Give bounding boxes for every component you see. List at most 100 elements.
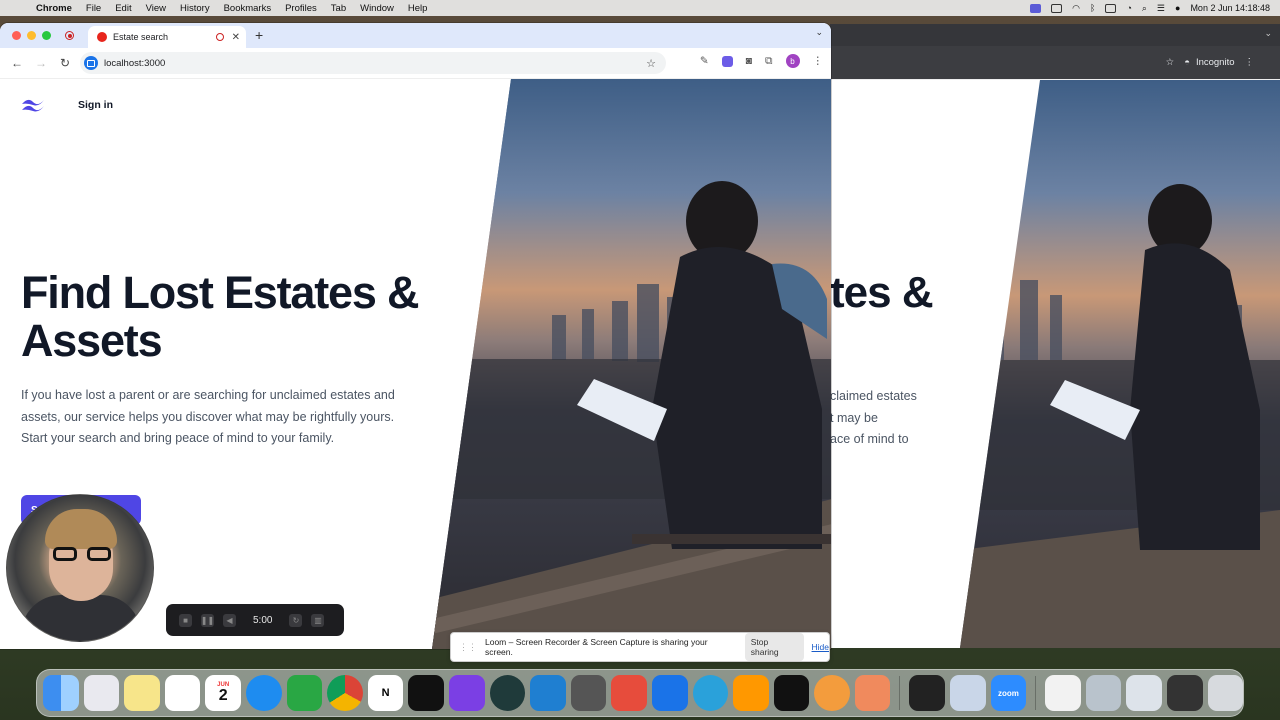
dock-calendar-icon[interactable]: JUN 2 xyxy=(205,675,241,711)
incognito-hero-fragment: tes & xyxy=(830,268,934,317)
loom-delete-icon[interactable]: ▥ xyxy=(311,613,325,627)
dock-chrome-icon[interactable] xyxy=(327,675,363,711)
address-bar[interactable]: localhost:3000 ☆ xyxy=(80,52,666,74)
dock-notion-icon[interactable]: N xyxy=(367,675,404,711)
share-message: Loom – Screen Recorder & Screen Capture … xyxy=(485,637,708,657)
menu-chrome[interactable]: Chrome xyxy=(36,3,72,14)
chrome-menu-icon[interactable]: ⋮ xyxy=(813,55,824,67)
dock-app-icon[interactable] xyxy=(814,675,850,711)
site-info-icon[interactable] xyxy=(84,56,98,70)
dock-sublime-icon[interactable] xyxy=(733,675,769,711)
dock-notes-icon[interactable] xyxy=(124,675,160,711)
siri-icon[interactable]: ● xyxy=(1175,3,1180,13)
dock-image-icon[interactable] xyxy=(1085,675,1122,711)
dock-trash-icon[interactable] xyxy=(1207,675,1244,711)
incognito-bookmark-star-icon[interactable]: ☆ xyxy=(1166,57,1175,68)
new-tab-icon[interactable]: + xyxy=(255,27,263,43)
dock-telegram-icon[interactable] xyxy=(692,675,729,711)
drag-handle-icon[interactable]: ⋮⋮ xyxy=(459,642,477,653)
notion-icon[interactable] xyxy=(1051,3,1063,13)
incognito-menu-icon[interactable]: ⋮ xyxy=(1245,57,1255,68)
dock-calculator-icon[interactable] xyxy=(570,675,607,711)
profile-avatar[interactable]: b xyxy=(785,54,800,68)
back-icon[interactable]: ← xyxy=(10,56,24,70)
dock-cursor-icon[interactable] xyxy=(408,675,444,711)
menu-history[interactable]: History xyxy=(180,3,210,14)
puzzle-icon[interactable]: ⧉ xyxy=(765,55,773,68)
extensions-area: ✎ ◙ ⧉ b ⋮ xyxy=(700,54,823,68)
presenter-body xyxy=(21,595,141,641)
menu-help[interactable]: Help xyxy=(408,3,428,14)
zoom-window-button[interactable] xyxy=(42,31,51,40)
headphones-icon[interactable]: ◠ xyxy=(1072,3,1080,14)
tab-estate-search[interactable]: Estate search ✕ xyxy=(88,26,246,48)
loom-camera-bubble[interactable] xyxy=(6,494,154,642)
menu-profiles[interactable]: Profiles xyxy=(285,3,317,14)
dock-app-icon[interactable] xyxy=(611,675,647,711)
url-text[interactable]: localhost:3000 xyxy=(104,58,165,69)
close-window-button[interactable] xyxy=(12,31,21,40)
incognito-para-line: ace of mind to xyxy=(830,432,909,446)
menu-edit[interactable]: Edit xyxy=(115,3,131,14)
loom-rewind-icon[interactable]: ◀ xyxy=(223,613,236,627)
reload-icon[interactable]: ↻ xyxy=(58,56,72,70)
dock-preview-icon[interactable] xyxy=(950,675,986,711)
bookmark-star-icon[interactable]: ☆ xyxy=(646,57,656,70)
menu-window[interactable]: Window xyxy=(360,3,394,14)
dock-finder-icon[interactable] xyxy=(43,675,79,711)
close-tab-icon[interactable]: ✕ xyxy=(232,32,240,43)
menu-bookmarks[interactable]: Bookmarks xyxy=(224,3,272,14)
incognito-badge[interactable]: ◓ Incognito xyxy=(1184,57,1234,68)
tab-title: Estate search xyxy=(113,32,169,42)
extension-icon[interactable] xyxy=(721,55,733,67)
menu-file[interactable]: File xyxy=(86,3,101,14)
dock-freeform-icon[interactable] xyxy=(164,675,201,711)
loom-restart-icon[interactable]: ↻ xyxy=(289,613,303,627)
minimize-window-button[interactable] xyxy=(27,31,36,40)
stop-sharing-button[interactable]: Stop sharing xyxy=(744,633,804,661)
loom-pause-icon[interactable]: ❚❚ xyxy=(201,613,214,627)
dock-image-icon[interactable] xyxy=(1126,675,1162,711)
dock-launchpad-icon[interactable] xyxy=(83,675,120,711)
dock-vscode-icon[interactable] xyxy=(530,675,566,711)
bluetooth-icon[interactable]: ᛒ xyxy=(1090,3,1095,13)
battery-icon[interactable] xyxy=(1105,3,1117,13)
screen-record-icon[interactable] xyxy=(1030,3,1042,13)
incognito-para-line: claimed estates xyxy=(830,389,917,403)
dock-zoom-icon[interactable]: zoom xyxy=(990,675,1027,711)
headline-line-2: Assets xyxy=(21,315,163,366)
dock-safari-icon[interactable] xyxy=(245,675,282,711)
dock-file-icon[interactable] xyxy=(1045,675,1081,711)
macos-dock: JUN 2 N zoom xyxy=(36,669,1244,717)
menu-tab[interactable]: Tab xyxy=(331,3,346,14)
screen-share-bar: ⋮⋮ Loom – Screen Recorder & Screen Captu… xyxy=(450,632,830,662)
menubar-clock[interactable]: Mon 2 Jun 14:18:48 xyxy=(1190,3,1270,13)
dock-terminal-icon[interactable] xyxy=(1167,675,1203,711)
tab-search-icon[interactable]: ⌄ xyxy=(815,27,823,38)
tab-strip: Estate search ✕ + ⌄ xyxy=(0,23,831,48)
dock-github-icon[interactable] xyxy=(448,675,485,711)
eyedropper-icon[interactable]: ✎ xyxy=(700,55,709,67)
hide-share-bar-link[interactable]: Hide xyxy=(812,642,829,652)
spotlight-icon[interactable]: ⌕ xyxy=(1142,3,1147,14)
camera-icon[interactable]: ◙ xyxy=(746,55,752,67)
wifi-icon[interactable]: ◔ xyxy=(1126,3,1131,13)
dock-reader-icon[interactable] xyxy=(651,675,688,711)
control-center-icon[interactable]: ☰ xyxy=(1157,3,1165,14)
dock-app-icon[interactable] xyxy=(489,675,526,711)
status-tray: ◠ ᛒ ◔ ⌕ ☰ ● Mon 2 Jun 14:18:48 xyxy=(1030,0,1270,16)
dock-figma-icon[interactable] xyxy=(773,675,810,711)
forward-icon[interactable]: → xyxy=(34,56,48,70)
recording-indicator-icon xyxy=(65,31,74,40)
dock-logic-icon[interactable] xyxy=(909,675,946,711)
loom-stop-icon[interactable]: ■ xyxy=(179,613,192,627)
dock-app-icon[interactable] xyxy=(854,675,891,711)
sign-in-link[interactable]: Sign in xyxy=(78,99,113,111)
dock-numbers-icon[interactable] xyxy=(286,675,323,711)
incognito-tab-menu-icon[interactable]: ⌄ xyxy=(1264,28,1272,39)
site-logo-icon[interactable] xyxy=(20,97,46,118)
incognito-label: Incognito xyxy=(1195,57,1235,68)
window-controls xyxy=(12,31,51,40)
incognito-icon: ◓ xyxy=(1184,57,1190,68)
menu-view[interactable]: View xyxy=(146,3,166,14)
